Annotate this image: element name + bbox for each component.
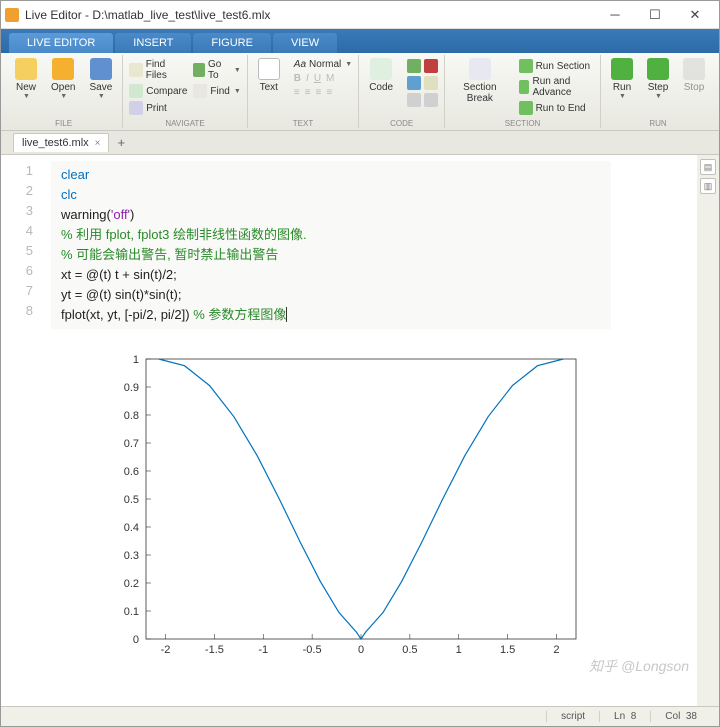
status-mode: script	[546, 711, 599, 722]
file-tabstrip: live_test6.mlx × +	[1, 131, 719, 155]
close-button[interactable]: ✕	[675, 2, 715, 28]
ribbon-group-text: Text AaNormal▼ BIUM ≡≡≡≡ TEXT	[248, 55, 359, 128]
app-icon	[5, 8, 19, 22]
ribbon-group-navigate: Find Files Compare Print Go To▼ Find▼ NA…	[123, 55, 248, 128]
stop-button[interactable]: Stop	[677, 56, 711, 102]
close-tab-icon[interactable]: ×	[95, 138, 101, 149]
line-gutter: 12345678	[1, 155, 41, 706]
status-line: Ln 8	[599, 711, 650, 722]
ribbon: New▼ Open▼ Save▼ FILE Find Files Compare…	[1, 53, 719, 131]
svg-text:0: 0	[133, 634, 139, 646]
list-buttons[interactable]: ≡≡≡≡	[292, 86, 354, 99]
titlebar: Live Editor - D:\matlab_live_test\live_t…	[1, 1, 719, 29]
svg-text:-2: -2	[161, 644, 171, 656]
ribbon-group-file: New▼ Open▼ Save▼ FILE	[5, 55, 123, 128]
file-tab[interactable]: live_test6.mlx ×	[13, 133, 109, 152]
maximize-button[interactable]: ☐	[635, 2, 675, 28]
goto-button[interactable]: Go To▼	[191, 58, 242, 82]
svg-text:0.2: 0.2	[124, 578, 139, 590]
minimize-button[interactable]: ─	[595, 2, 635, 28]
section-break-button[interactable]: Section Break	[449, 56, 510, 116]
svg-text:1: 1	[133, 354, 139, 366]
svg-text:2: 2	[553, 644, 559, 656]
ribbon-tabstrip: LIVE EDITOR INSERT FIGURE VIEW	[1, 29, 719, 53]
window-title: Live Editor - D:\matlab_live_test\live_t…	[25, 8, 595, 22]
tab-figure[interactable]: FIGURE	[193, 33, 271, 53]
svg-text:0.5: 0.5	[402, 644, 417, 656]
svg-text:0.7: 0.7	[124, 438, 139, 450]
ribbon-group-run: Run▼ Step▼ Stop RUN	[601, 55, 715, 128]
print-button[interactable]: Print	[127, 100, 189, 116]
code-area[interactable]: clear clc warning('off') % 利用 fplot, fpl…	[41, 155, 697, 706]
svg-text:0.8: 0.8	[124, 410, 139, 422]
tab-live-editor[interactable]: LIVE EDITOR	[9, 33, 113, 53]
svg-text:1.5: 1.5	[500, 644, 515, 656]
step-button[interactable]: Step▼	[641, 56, 675, 102]
file-tab-label: live_test6.mlx	[22, 137, 89, 149]
output-mode-buttons: ▤ ▥	[697, 155, 719, 706]
svg-text:0.9: 0.9	[124, 382, 139, 394]
watermark: 知乎 @Longson	[589, 656, 689, 676]
compare-button[interactable]: Compare	[127, 83, 189, 99]
find-files-button[interactable]: Find Files	[127, 58, 189, 82]
svg-text:0.6: 0.6	[124, 466, 139, 478]
add-tab-button[interactable]: +	[109, 132, 133, 153]
code-opt-1[interactable]	[405, 58, 440, 74]
status-bar: script Ln 8 Col 38	[1, 706, 719, 726]
style-dropdown[interactable]: AaNormal▼	[292, 58, 354, 71]
text-button[interactable]: Text	[252, 56, 286, 99]
svg-text:0.3: 0.3	[124, 550, 139, 562]
ribbon-group-section: Section Break Run Section Run and Advanc…	[445, 55, 601, 128]
svg-text:1: 1	[456, 644, 462, 656]
svg-text:0.5: 0.5	[124, 494, 139, 506]
run-section-button[interactable]: Run Section	[517, 58, 596, 74]
output-inline-button[interactable]: ▤	[700, 159, 716, 175]
code-block[interactable]: clear clc warning('off') % 利用 fplot, fpl…	[51, 161, 611, 329]
new-button[interactable]: New▼	[9, 56, 43, 102]
svg-text:0: 0	[358, 644, 364, 656]
status-col: Col 38	[650, 711, 711, 722]
output-right-button[interactable]: ▥	[700, 178, 716, 194]
open-button[interactable]: Open▼	[45, 56, 81, 102]
output-chart: -2 -1.5 -1 -0.5 0 0.5 1 1.5 2 0 0.1 0.2 0.3 0.4 0.5 0.6…	[91, 349, 591, 669]
save-button[interactable]: Save▼	[83, 56, 118, 102]
svg-text:-0.5: -0.5	[303, 644, 322, 656]
tab-insert[interactable]: INSERT	[115, 33, 191, 53]
format-buttons[interactable]: BIUM	[292, 72, 354, 85]
run-end-button[interactable]: Run to End	[517, 100, 596, 116]
code-button[interactable]: Code	[363, 56, 399, 108]
svg-text:-1.5: -1.5	[205, 644, 224, 656]
find-button[interactable]: Find▼	[191, 83, 242, 99]
run-button[interactable]: Run▼	[605, 56, 639, 102]
code-opt-3[interactable]	[405, 92, 440, 108]
tab-view[interactable]: VIEW	[273, 33, 337, 53]
code-opt-2[interactable]	[405, 75, 440, 91]
editor-pane: 12345678 clear clc warning('off') % 利用 f…	[1, 155, 719, 706]
svg-text:0.4: 0.4	[124, 522, 139, 534]
run-advance-button[interactable]: Run and Advance	[517, 75, 596, 99]
ribbon-group-code: Code CODE	[359, 55, 445, 128]
svg-text:0.1: 0.1	[124, 606, 139, 618]
svg-text:-1: -1	[258, 644, 268, 656]
